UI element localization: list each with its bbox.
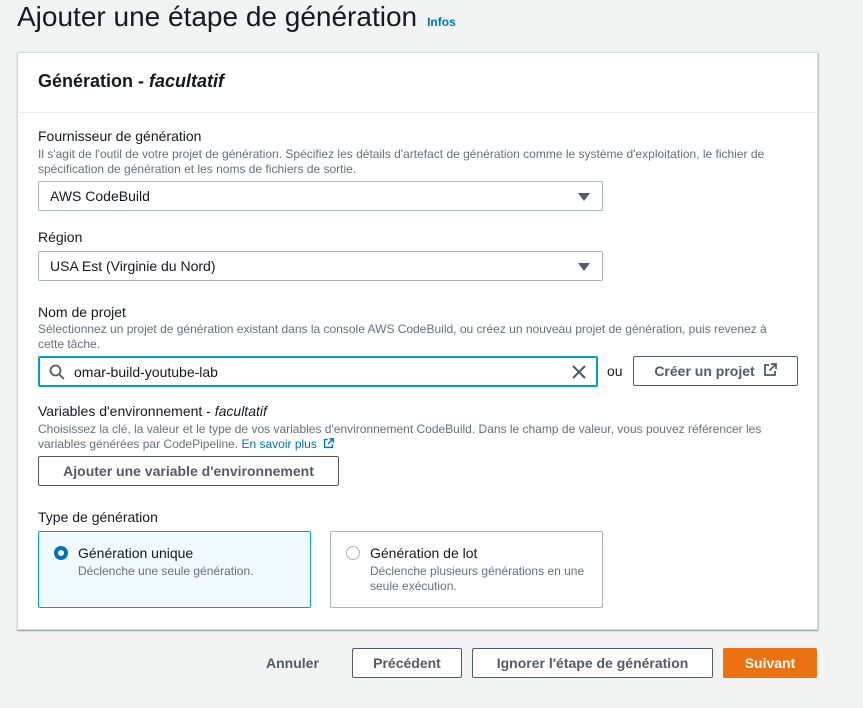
previous-button[interactable]: Précédent (352, 648, 462, 678)
radio-batch-build-label: Génération de lot (370, 545, 478, 561)
create-project-label: Créer un projet (654, 363, 755, 379)
radio-selected-icon (54, 546, 68, 560)
region-select-value: USA Est (Virginie du Nord) (50, 258, 216, 274)
create-project-button[interactable]: Créer un projet (633, 356, 798, 386)
info-link[interactable]: Infos (427, 15, 456, 29)
provider-description: Il s'agit de l'outil de votre projet de … (38, 147, 765, 176)
project-search-input[interactable] (74, 358, 562, 385)
env-vars-description-text: Choisissez la clé, la valeur et le type … (38, 422, 762, 451)
env-vars-label: Variables d'environnement - facultatif (38, 403, 267, 419)
next-button[interactable]: Suivant (723, 648, 817, 678)
radio-single-build[interactable]: Génération unique Déclenche une seule gé… (38, 531, 311, 608)
env-vars-optional-label: facultatif (214, 403, 267, 419)
env-vars-label-text: Variables d'environnement - (38, 403, 215, 419)
env-vars-description: Choisissez la clé, la valeur et le type … (38, 422, 778, 452)
radio-unselected-icon (346, 546, 360, 560)
project-description: Sélectionnez un projet de génération exi… (38, 322, 767, 351)
radio-batch-build-description: Déclenche plusieurs générations en une s… (370, 564, 585, 593)
add-env-var-button[interactable]: Ajouter une variable d'environnement (38, 456, 339, 486)
section-title: Génération - facultatif (38, 71, 224, 91)
build-stage-card: Génération - facultatif Fournisseur de g… (17, 52, 818, 630)
external-link-icon (324, 438, 335, 449)
project-search-field[interactable] (38, 356, 598, 387)
cancel-button[interactable]: Annuler (266, 655, 319, 671)
or-text: ou (607, 363, 623, 379)
clear-icon[interactable] (562, 358, 596, 385)
provider-label: Fournisseur de génération (38, 128, 202, 144)
page-title: Ajouter une étape de génération (17, 1, 418, 32)
build-type-label: Type de génération (38, 509, 158, 525)
region-select[interactable]: USA Est (Virginie du Nord) (38, 251, 603, 281)
section-title-text: Génération (38, 71, 134, 91)
section-title-separator: - (133, 71, 150, 91)
provider-select-value: AWS CodeBuild (50, 188, 150, 204)
section-optional-label: facultatif (149, 71, 225, 91)
caret-down-icon (578, 263, 590, 271)
learn-more-link[interactable]: En savoir plus (241, 437, 335, 451)
provider-select[interactable]: AWS CodeBuild (38, 181, 603, 211)
search-icon (40, 358, 74, 385)
caret-down-icon (578, 193, 590, 201)
skip-build-stage-button[interactable]: Ignorer l'étape de génération (472, 648, 713, 678)
radio-single-build-description: Déclenche une seule génération. (78, 564, 254, 578)
radio-single-build-label: Génération unique (78, 545, 194, 561)
page-header: Ajouter une étape de génération Infos (17, 0, 456, 34)
project-label: Nom de projet (38, 304, 126, 320)
radio-batch-build[interactable]: Génération de lot Déclenche plusieurs gé… (330, 531, 603, 608)
region-label: Région (38, 229, 83, 245)
learn-more-label: En savoir plus (241, 437, 317, 451)
card-header: Génération - facultatif (18, 53, 817, 113)
external-link-icon (763, 362, 777, 380)
